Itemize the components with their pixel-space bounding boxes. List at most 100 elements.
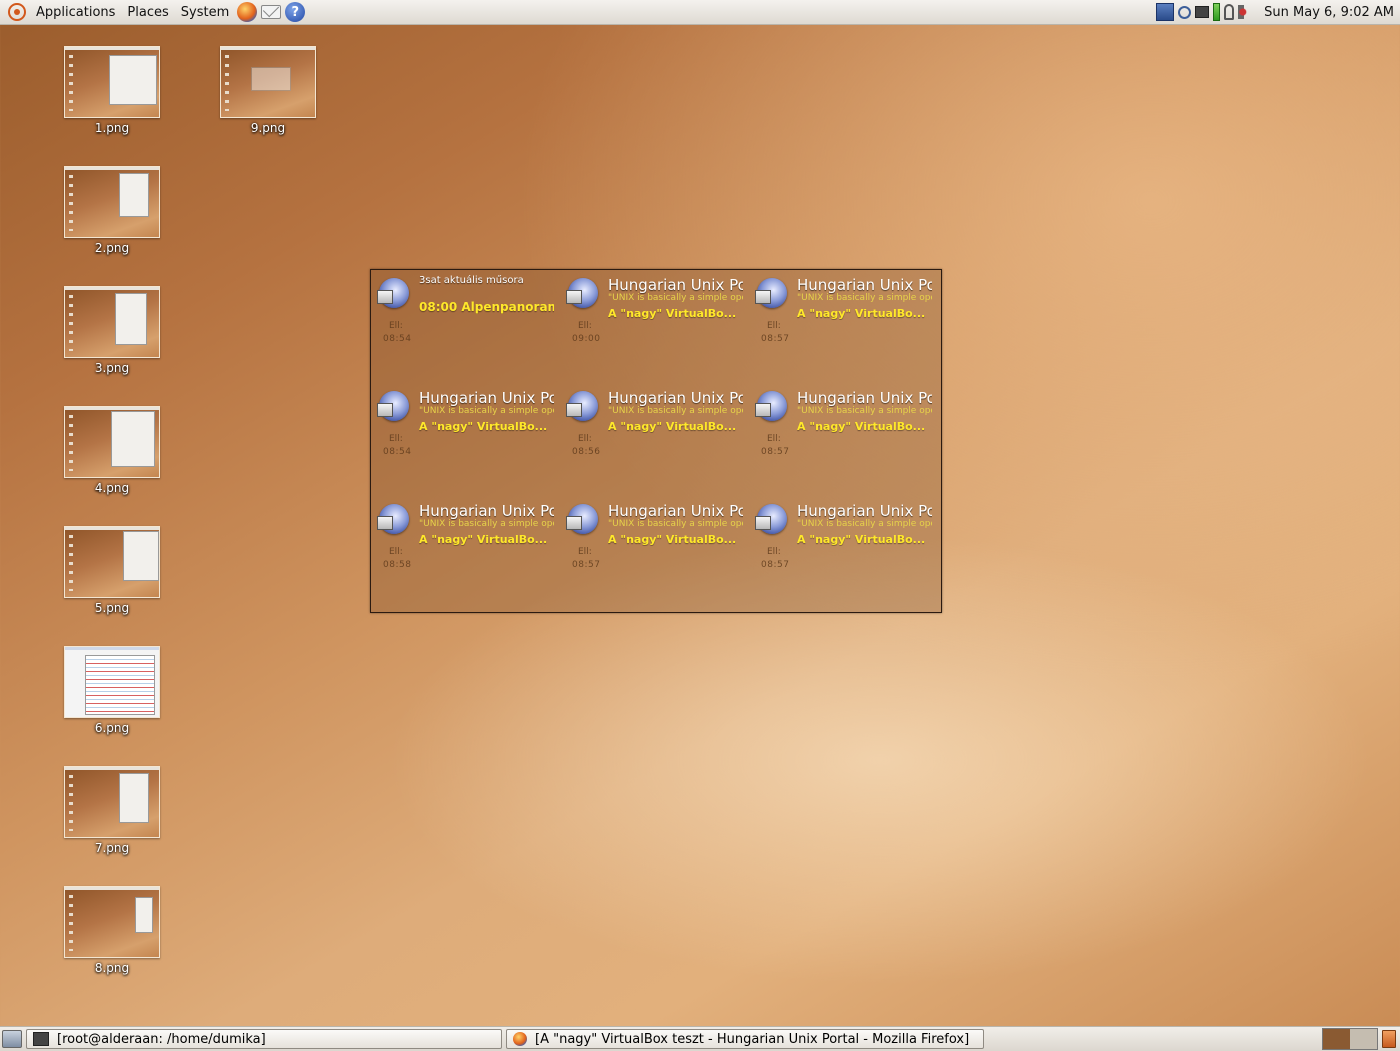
desktop-icon-label: 2.png (94, 241, 130, 255)
feed-time: 08:56 (572, 447, 601, 457)
feed-headline[interactable]: A "nagy" VirtualBo... (419, 533, 554, 546)
feed-item[interactable]: Hungarian Unix Portal "UNIX is basically… (560, 383, 745, 483)
firefox-launcher-icon[interactable] (237, 2, 258, 22)
feed-title: Hungarian Unix Portal (797, 502, 932, 520)
feed-subtitle: "UNIX is basically a simple operating sy… (797, 293, 932, 303)
feed-time: 08:58 (383, 560, 412, 570)
desktop-icon-1[interactable]: 1.png (57, 46, 167, 135)
help-launcher-icon[interactable]: ? (285, 2, 306, 22)
feed-ell-label: Ell: (578, 321, 592, 331)
feed-title: Hungarian Unix Portal (419, 502, 554, 520)
show-desktop-icon[interactable] (2, 1030, 22, 1048)
feed-time: 08:57 (761, 447, 790, 457)
workspace-2[interactable] (1350, 1029, 1377, 1049)
desktop-icon-9[interactable]: 9.png (213, 46, 323, 135)
mail-launcher-icon[interactable] (261, 5, 282, 19)
thumbnail-icon (220, 46, 316, 118)
feed-globe-icon (755, 391, 787, 421)
feed-globe-icon (566, 504, 598, 534)
desktop-icon-label: 5.png (94, 601, 130, 615)
feed-title: Hungarian Unix Portal (797, 389, 932, 407)
feed-ell-label: Ell: (389, 547, 403, 557)
thumbnail-icon (64, 526, 160, 598)
feed-subtitle: "UNIX is basically a simple operating sy… (608, 406, 743, 416)
feed-title: Hungarian Unix Portal (608, 502, 743, 520)
thumbnail-icon (64, 646, 160, 718)
task-terminal[interactable]: [root@alderaan: /home/dumika] (26, 1029, 502, 1049)
feed-subtitle: "UNIX is basically a simple operating sy… (419, 519, 554, 529)
desktop-icon-label: 1.png (94, 121, 130, 135)
feed-ell-label: Ell: (578, 547, 592, 557)
feed-ell-label: Ell: (578, 434, 592, 444)
feed-globe-icon (377, 504, 409, 534)
network-icon[interactable] (1156, 3, 1175, 21)
ubuntu-logo-icon[interactable] (8, 3, 26, 21)
feed-headline[interactable]: A "nagy" VirtualBo... (797, 420, 932, 433)
feed-time: 09:00 (572, 334, 601, 344)
feed-item[interactable]: Hungarian Unix Portal "UNIX is basically… (560, 496, 745, 596)
feed-globe-icon (755, 278, 787, 308)
feed-ell-label: Ell: (767, 434, 781, 444)
feed-globe-icon (566, 391, 598, 421)
feed-globe-icon (377, 278, 409, 308)
desktop-icon-6[interactable]: 6.png (57, 646, 167, 735)
search-icon[interactable] (1178, 5, 1192, 19)
desktop-icon-3[interactable]: 3.png (57, 286, 167, 375)
feed-item[interactable]: 3sat aktuális műsora 08:00 Alpenpanoram.… (371, 270, 556, 370)
desktop-icon-label: 4.png (94, 481, 130, 495)
feed-item[interactable]: Hungarian Unix Portal "UNIX is basically… (371, 496, 556, 596)
feed-globe-icon (377, 391, 409, 421)
monitor-icon[interactable] (1195, 6, 1210, 18)
feed-item[interactable]: Hungarian Unix Portal "UNIX is basically… (749, 383, 934, 483)
desktop-icon-label: 6.png (94, 721, 130, 735)
volume-icon[interactable] (1238, 5, 1255, 19)
task-label: [A "nagy" VirtualBox teszt - Hungarian U… (535, 1031, 970, 1047)
system-menu[interactable]: System (175, 5, 235, 20)
feed-headline[interactable]: A "nagy" VirtualBo... (797, 307, 932, 320)
clock[interactable]: Sun May 6, 9:02 AM (1264, 5, 1394, 20)
power-icon[interactable] (1224, 4, 1235, 20)
feed-headline[interactable]: A "nagy" VirtualBo... (608, 533, 743, 546)
thumbnail-icon (64, 406, 160, 478)
feed-title: Hungarian Unix Portal (797, 276, 932, 294)
trash-icon[interactable] (1382, 1030, 1396, 1048)
feed-item[interactable]: Hungarian Unix Portal "UNIX is basically… (749, 496, 934, 596)
applications-menu[interactable]: Applications (30, 5, 121, 20)
feed-globe-icon (566, 278, 598, 308)
desktop-icon-5[interactable]: 5.png (57, 526, 167, 615)
battery-icon[interactable] (1213, 3, 1221, 21)
feed-subtitle: "UNIX is basically a simple operating sy… (608, 293, 743, 303)
feed-item[interactable]: Hungarian Unix Portal "UNIX is basically… (371, 383, 556, 483)
feed-time: 08:57 (761, 334, 790, 344)
task-firefox[interactable]: [A "nagy" VirtualBox teszt - Hungarian U… (506, 1029, 984, 1049)
feed-title: Hungarian Unix Portal (608, 389, 743, 407)
desktop-icon-label: 9.png (250, 121, 286, 135)
feed-headline[interactable]: A "nagy" VirtualBo... (608, 420, 743, 433)
feed-item[interactable]: Hungarian Unix Portal "UNIX is basically… (749, 270, 934, 370)
feed-headline[interactable]: A "nagy" VirtualBo... (608, 307, 743, 320)
thumbnail-icon (64, 766, 160, 838)
feed-headline[interactable]: A "nagy" VirtualBo... (797, 533, 932, 546)
terminal-icon (33, 1032, 49, 1046)
feed-subtitle: "UNIX is basically a simple operating sy… (797, 519, 932, 529)
feed-subtitle: "UNIX is basically a simple operating sy… (419, 406, 554, 416)
workspace-1[interactable] (1323, 1029, 1350, 1049)
feed-headline[interactable]: 08:00 Alpenpanoram... (419, 300, 554, 314)
feed-time: 08:57 (761, 560, 790, 570)
feed-item[interactable]: Hungarian Unix Portal "UNIX is basically… (560, 270, 745, 370)
desktop-icon-2[interactable]: 2.png (57, 166, 167, 255)
thumbnail-icon (64, 286, 160, 358)
system-tray: Sun May 6, 9:02 AM (1156, 3, 1400, 21)
feed-subtitle: "UNIX is basically a simple operating sy… (797, 406, 932, 416)
desktop-icon-7[interactable]: 7.png (57, 766, 167, 855)
feed-time: 08:54 (383, 334, 412, 344)
places-menu[interactable]: Places (121, 5, 174, 20)
desktop-icon-4[interactable]: 4.png (57, 406, 167, 495)
desktop-icon-8[interactable]: 8.png (57, 886, 167, 975)
desktop-icon-label: 8.png (94, 961, 130, 975)
feed-ell-label: Ell: (767, 547, 781, 557)
feed-globe-icon (755, 504, 787, 534)
feed-title: Hungarian Unix Portal (608, 276, 743, 294)
bottom-panel: [root@alderaan: /home/dumika] [A "nagy" … (0, 1026, 1400, 1051)
feed-headline[interactable]: A "nagy" VirtualBo... (419, 420, 554, 433)
